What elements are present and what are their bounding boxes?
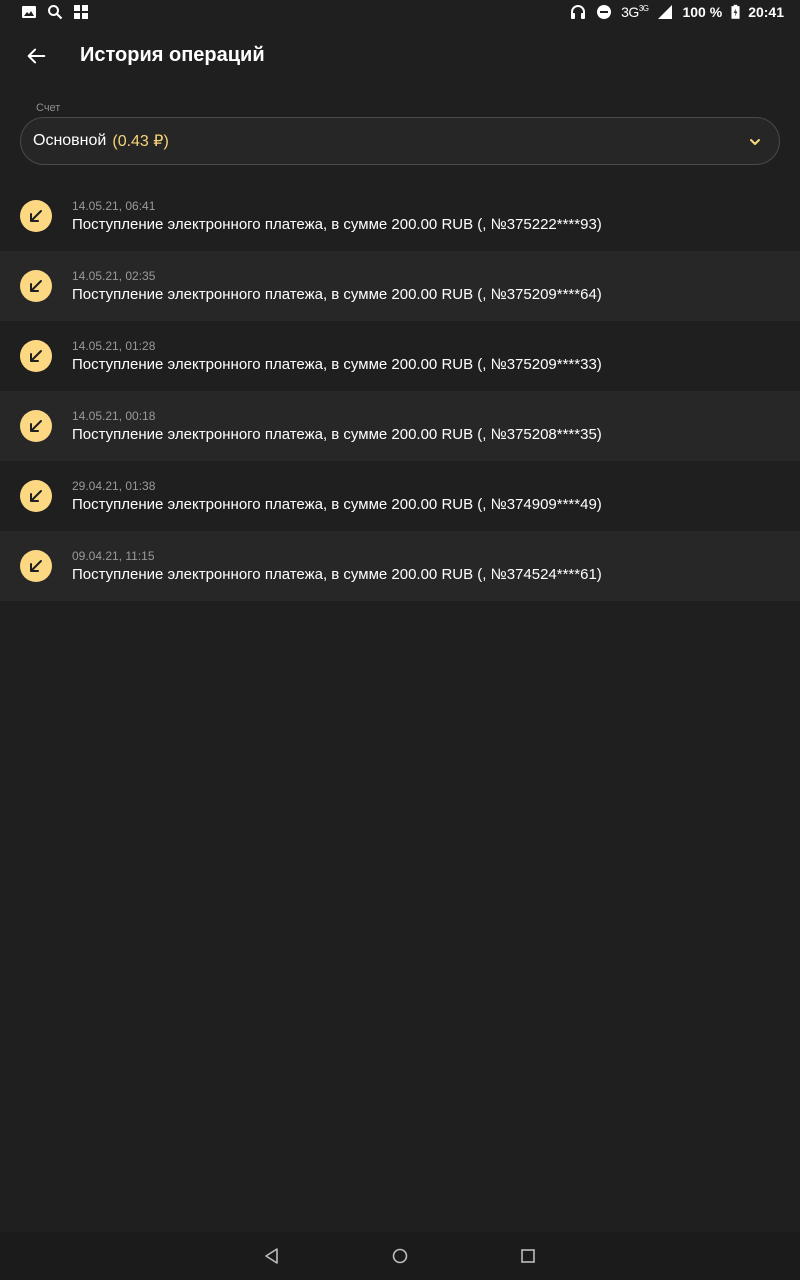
transaction-description: Поступление электронного платежа, в сумм… — [72, 286, 602, 303]
back-button[interactable] — [20, 40, 52, 72]
nav-recents-button[interactable] — [516, 1244, 540, 1268]
transaction-row[interactable]: 14.05.21, 01:28 Поступление электронного … — [0, 321, 800, 391]
incoming-arrow-icon — [20, 410, 52, 442]
nav-home-button[interactable] — [388, 1244, 412, 1268]
transaction-description: Поступление электронного платежа, в сумм… — [72, 566, 602, 583]
circle-home-icon — [392, 1248, 408, 1264]
store-icon — [72, 3, 90, 21]
transaction-description: Поступление электронного платежа, в сумм… — [72, 356, 602, 373]
transaction-list: 14.05.21, 06:41 Поступление электронного … — [0, 181, 800, 601]
clock: 20:41 — [748, 4, 784, 20]
transaction-date: 14.05.21, 00:18 — [72, 409, 156, 423]
battery-icon — [730, 3, 740, 21]
transaction-description: Поступление электронного платежа, в сумм… — [72, 216, 602, 233]
nav-back-button[interactable] — [260, 1244, 284, 1268]
do-not-disturb-icon — [595, 3, 613, 21]
transaction-date: 29.04.21, 01:38 — [72, 479, 156, 493]
incoming-arrow-icon — [20, 340, 52, 372]
chevron-down-icon — [745, 132, 765, 152]
status-right: 3G3G 100 % 20:41 — [569, 3, 784, 21]
network-type: 3G3G — [621, 4, 649, 20]
status-left — [20, 3, 90, 21]
transaction-description: Поступление электронного платежа, в сумм… — [72, 496, 602, 513]
system-nav-bar — [0, 1232, 800, 1280]
transaction-date: 09.04.21, 11:15 — [72, 549, 155, 563]
incoming-arrow-icon — [20, 480, 52, 512]
triangle-back-icon — [265, 1248, 278, 1264]
search-icon — [46, 3, 64, 21]
arrow-left-icon — [27, 48, 46, 64]
transaction-row[interactable]: 29.04.21, 01:38 Поступление электронного … — [0, 461, 800, 531]
headphones-icon — [569, 3, 587, 21]
account-name: Основной — [33, 132, 107, 149]
signal-icon — [656, 3, 674, 21]
account-select[interactable]: Основной (0.43 ₽) — [20, 117, 780, 165]
page-title: История операций — [80, 44, 265, 66]
transaction-date: 14.05.21, 06:41 — [72, 199, 156, 213]
transaction-row[interactable]: 14.05.21, 06:41 Поступление электронного … — [0, 181, 800, 251]
transaction-row[interactable]: 14.05.21, 02:35 Поступление электронного … — [0, 251, 800, 321]
incoming-arrow-icon — [20, 550, 52, 582]
transaction-date: 14.05.21, 02:35 — [72, 269, 156, 283]
app-bar: История операций — [0, 24, 800, 88]
incoming-arrow-icon — [20, 200, 52, 232]
incoming-arrow-icon — [20, 270, 52, 302]
transaction-description: Поступление электронного платежа, в сумм… — [72, 426, 602, 443]
account-label: Счет — [36, 102, 61, 114]
transaction-row[interactable]: 09.04.21, 11:15 Поступление электронного … — [0, 531, 800, 601]
square-recents-icon — [521, 1249, 535, 1263]
account-balance: (0.43 ₽) — [112, 133, 169, 150]
image-icon — [20, 3, 38, 21]
transaction-date: 14.05.21, 01:28 — [72, 339, 156, 353]
battery-percent: 100 % — [682, 4, 723, 20]
transaction-row[interactable]: 14.05.21, 00:18 Поступление электронного … — [0, 391, 800, 461]
status-bar: 3G3G 100 % 20:41 — [0, 0, 800, 24]
